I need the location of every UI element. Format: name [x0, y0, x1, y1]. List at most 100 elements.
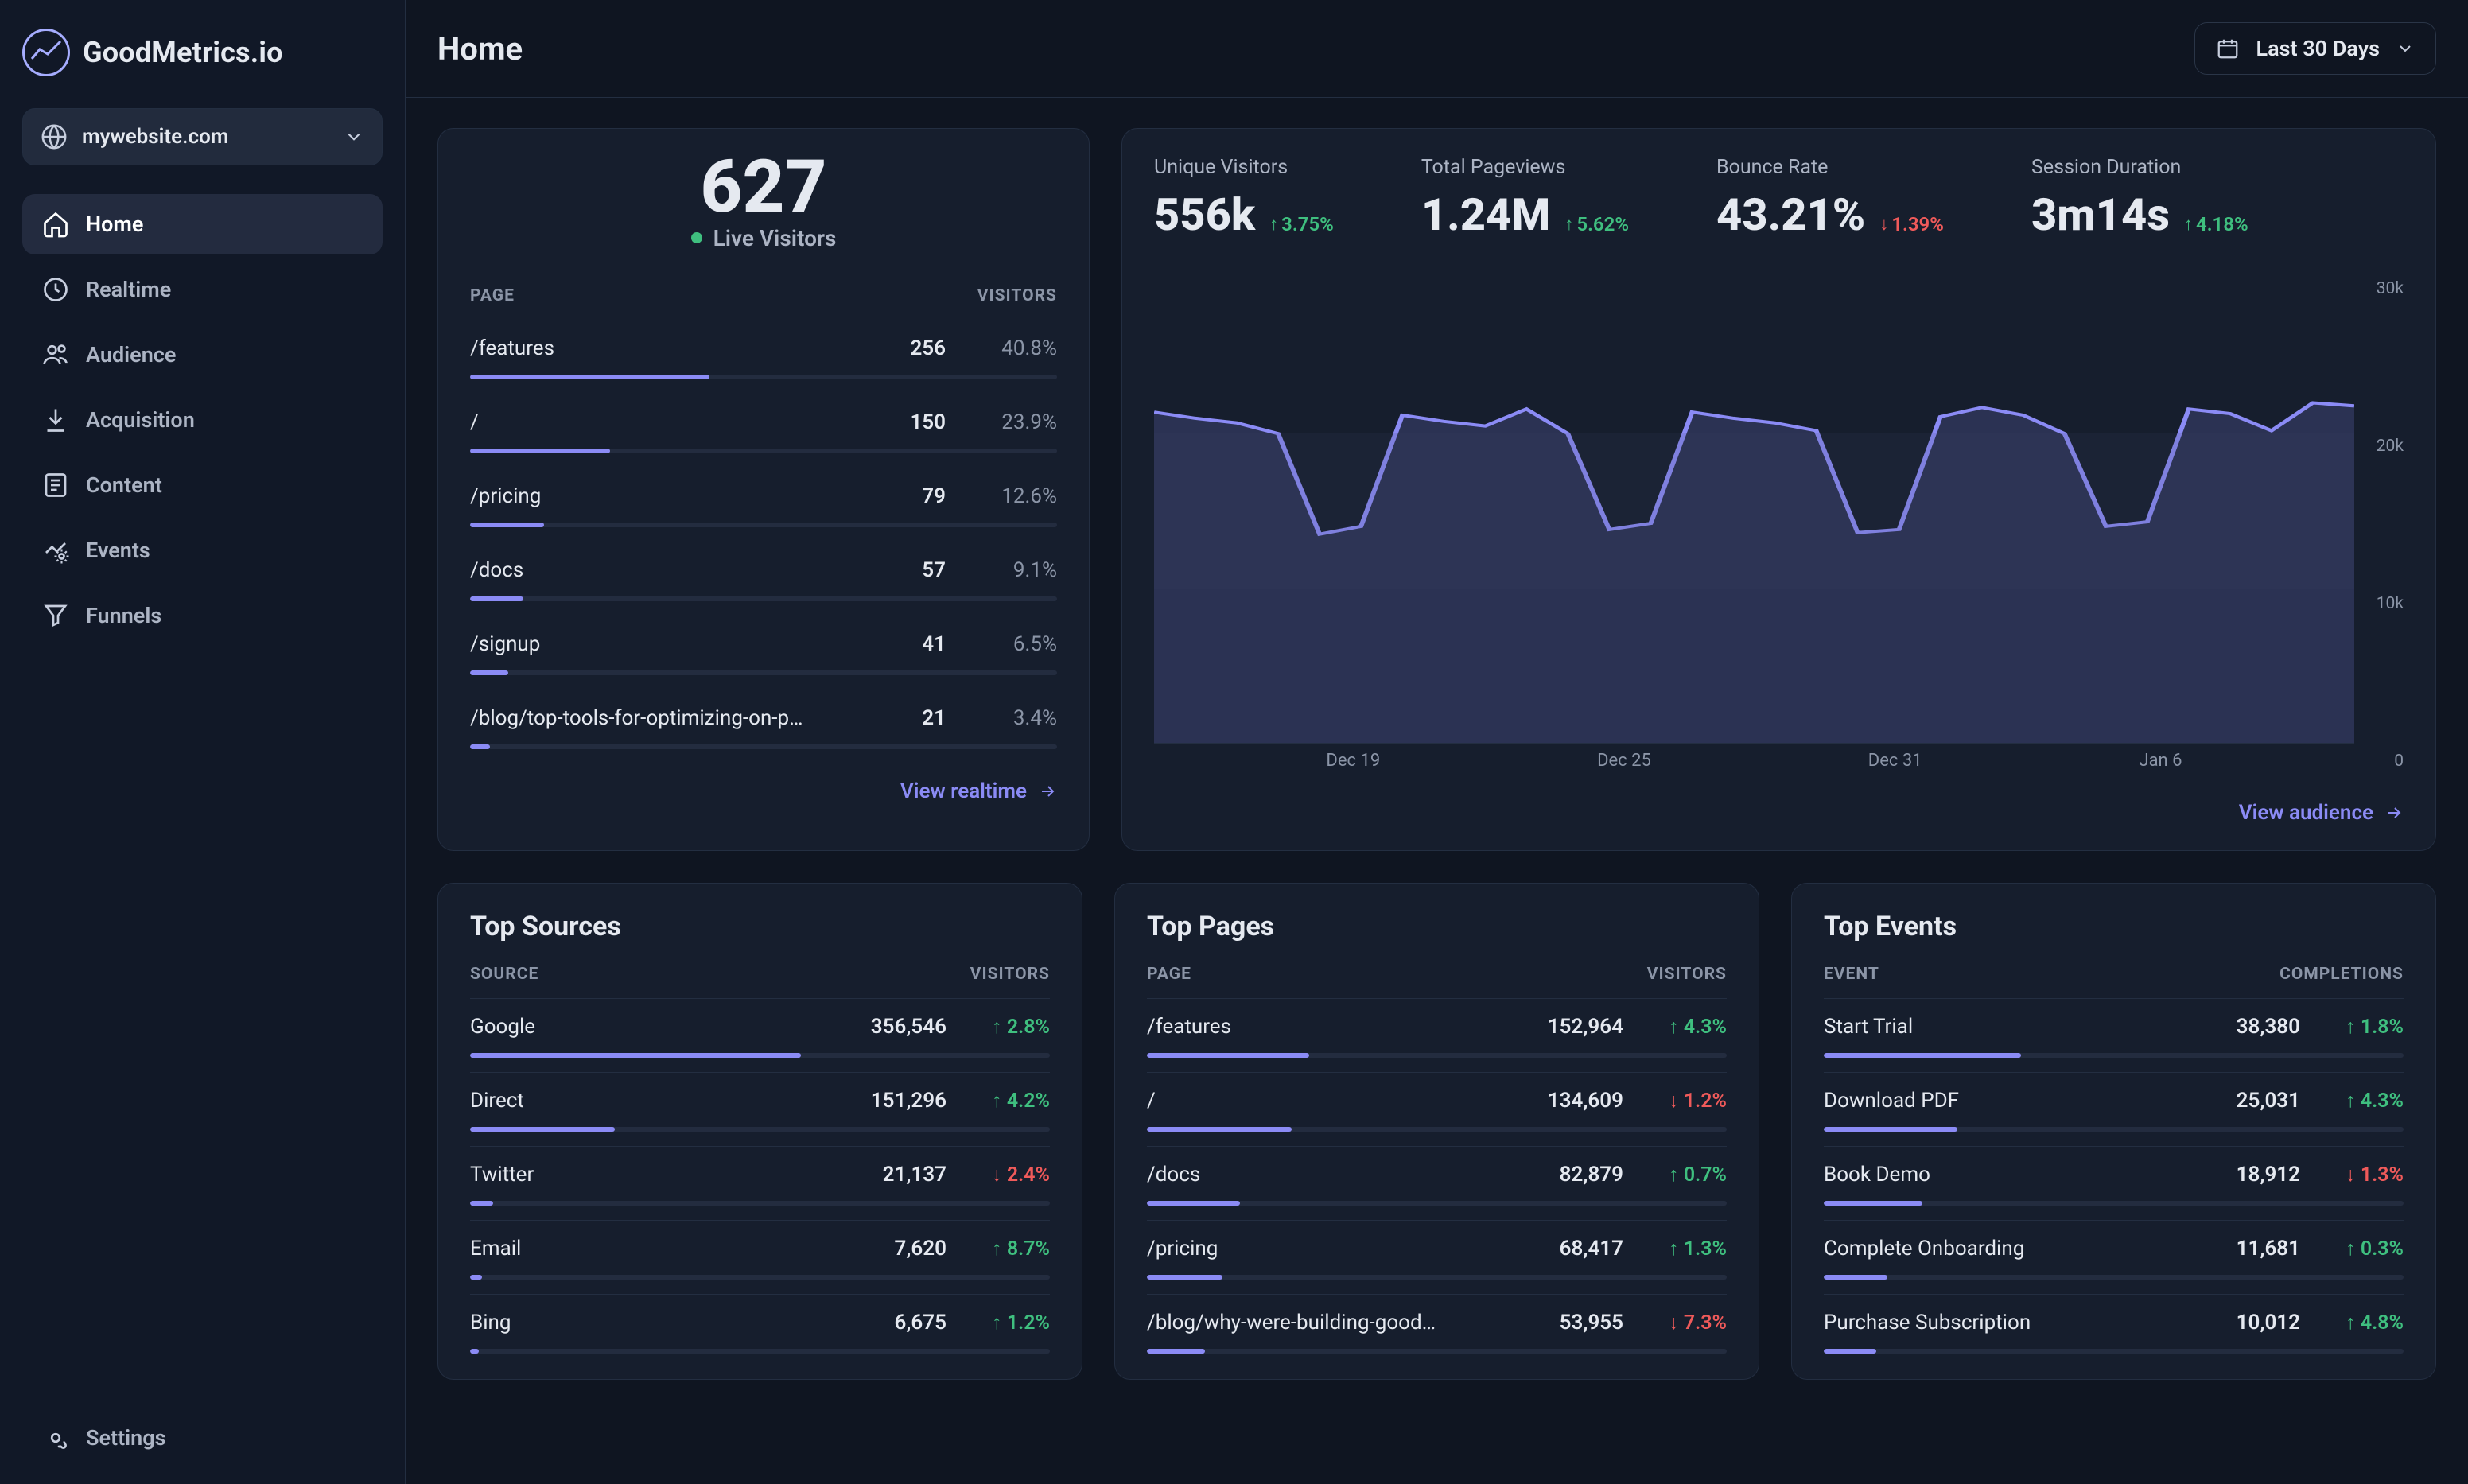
table-row[interactable]: Complete Onboarding11,6810.3%	[1824, 1220, 2404, 1280]
col-visitors: VISITORS	[1647, 965, 1727, 984]
events-icon	[41, 536, 70, 565]
gear-icon	[41, 1424, 70, 1452]
realtime-icon	[41, 275, 70, 304]
brand-logo-mark	[22, 29, 70, 76]
top-pages-card: Top Pages PAGE VISITORS /features152,964…	[1114, 883, 1759, 1380]
primary-nav: HomeRealtimeAudience Acquisition Content Ev…	[22, 194, 383, 646]
table-row[interactable]: Start Trial38,3801.8%	[1824, 998, 2404, 1058]
sidebar-item-label: Acquisition	[86, 407, 195, 433]
sidebar-item-events[interactable]: Events	[22, 520, 383, 581]
table-row[interactable]: /features152,9644.3%	[1147, 998, 1727, 1058]
date-range-picker[interactable]: Last 30 Days	[2194, 22, 2436, 75]
table-row[interactable]: Google356,5462.8%	[470, 998, 1050, 1058]
stat-total-pageviews[interactable]: Total Pageviews1.24M5.62%	[1421, 156, 1629, 241]
view-realtime-link[interactable]: View realtime	[900, 779, 1057, 803]
progress-bar	[470, 1053, 1050, 1058]
progress-bar	[1147, 1127, 1727, 1132]
row-delta: 4.3%	[2316, 1090, 2404, 1113]
table-row[interactable]: Direct151,2964.2%	[470, 1072, 1050, 1132]
live-row[interactable]: /features 256 40.8%	[470, 320, 1057, 379]
sidebar-item-acquisition[interactable]: Acquisition	[22, 390, 383, 450]
live-row-pct: 40.8%	[962, 336, 1057, 360]
x-tick: Dec 31	[1868, 751, 1922, 771]
sidebar-item-funnels[interactable]: Funnels	[22, 585, 383, 646]
live-row-value: 57	[863, 558, 946, 582]
live-row-path: /features	[470, 336, 847, 360]
progress-bar	[470, 1275, 1050, 1280]
live-row-value: 21	[863, 706, 946, 730]
chevron-down-icon	[2396, 39, 2415, 58]
x-tick: Jan 6	[2139, 751, 2182, 771]
row-value: 25,031	[2165, 1089, 2300, 1113]
stat-label: Session Duration	[2031, 156, 2248, 179]
table-row[interactable]: Twitter21,1372.4%	[470, 1146, 1050, 1206]
live-row[interactable]: /signup416.5%	[470, 616, 1057, 675]
progress-bar	[1824, 1053, 2404, 1058]
table-row[interactable]: /pricing68,4171.3%	[1147, 1220, 1727, 1280]
card-title: Top Pages	[1147, 911, 1727, 942]
row-delta: 4.2%	[962, 1090, 1050, 1113]
row-name: /features	[1147, 1015, 1472, 1039]
card-title: Top Events	[1824, 911, 2404, 942]
table-row[interactable]: /blog/why-were-building-good…53,9557.3%	[1147, 1294, 1727, 1354]
site-selector[interactable]: mywebsite.com	[22, 108, 383, 165]
overview-card: Unique Visitors556k3.75% Total Pageviews1…	[1121, 128, 2436, 851]
live-row-path: /pricing	[470, 484, 847, 508]
table-row[interactable]: Book Demo18,9121.3%	[1824, 1146, 2404, 1206]
table-row[interactable]: Purchase Subscription10,0124.8%	[1824, 1294, 2404, 1354]
brand-logo[interactable]: GoodMetrics.io	[22, 29, 383, 76]
progress-bar	[470, 1349, 1050, 1354]
row-value: 7,620	[811, 1237, 946, 1261]
live-row[interactable]: /15023.9%	[470, 394, 1057, 453]
row-delta: 7.3%	[1639, 1311, 1727, 1334]
table-row[interactable]: /docs82,8790.7%	[1147, 1146, 1727, 1206]
progress-bar	[470, 670, 1057, 675]
stat-value: 1.24M	[1421, 188, 1551, 241]
content-icon	[41, 471, 70, 499]
progress-bar	[470, 523, 1057, 527]
table-row[interactable]: Bing6,6751.2%	[470, 1294, 1050, 1354]
live-row-pct: 23.9%	[962, 410, 1057, 434]
brand-name: GoodMetrics.io	[83, 36, 283, 69]
sidebar-item-home[interactable]: Home	[22, 194, 383, 254]
table-row[interactable]: Email7,6208.7%	[470, 1220, 1050, 1280]
progress-bar	[470, 375, 1057, 379]
live-row-pct: 9.1%	[962, 558, 1057, 582]
date-range-label: Last 30 Days	[2256, 36, 2380, 61]
col-visitors: VISITORS	[970, 965, 1050, 984]
sidebar-item-audience[interactable]: Audience	[22, 324, 383, 385]
table-row[interactable]: Download PDF25,0314.3%	[1824, 1072, 2404, 1132]
progress-bar	[470, 1201, 1050, 1206]
stat-delta: 1.39%	[1879, 213, 1944, 235]
arrow-right-icon	[1038, 782, 1057, 801]
row-value: 18,912	[2165, 1163, 2300, 1187]
live-row-value: 79	[863, 484, 946, 508]
calendar-icon	[2216, 37, 2240, 60]
stat-delta: 4.18%	[2184, 213, 2248, 235]
live-row-path: /docs	[470, 558, 847, 582]
sidebar-item-realtime[interactable]: Realtime	[22, 259, 383, 320]
settings-link[interactable]: Settings	[41, 1414, 363, 1462]
live-row-value: 150	[863, 410, 946, 434]
funnels-icon	[41, 601, 70, 630]
acquisition-icon	[41, 406, 70, 434]
sidebar-item-label: Content	[86, 472, 162, 498]
live-row[interactable]: /blog/top-tools-for-optimizing-on-p…213.…	[470, 690, 1057, 749]
sidebar-item-label: Funnels	[86, 603, 161, 628]
row-value: 6,675	[811, 1311, 946, 1334]
table-row[interactable]: /134,6091.2%	[1147, 1072, 1727, 1132]
stat-unique-visitors[interactable]: Unique Visitors556k3.75%	[1154, 156, 1334, 241]
stat-session-duration[interactable]: Session Duration3m14s4.18%	[2031, 156, 2248, 241]
live-row-value: 256	[863, 336, 946, 360]
stat-bounce-rate[interactable]: Bounce Rate43.21%1.39%	[1716, 156, 1944, 241]
row-delta: 4.8%	[2316, 1311, 2404, 1334]
sidebar-item-content[interactable]: Content	[22, 455, 383, 515]
view-audience-link[interactable]: View audience	[2239, 801, 2404, 825]
live-visitors-card: 627 Live Visitors PAGE VISITORS /feature…	[437, 128, 1090, 851]
live-row-path: /blog/top-tools-for-optimizing-on-p…	[470, 706, 847, 730]
live-row[interactable]: /docs 57 9.1%	[470, 542, 1057, 601]
row-value: 21,137	[811, 1163, 946, 1187]
row-name: Complete Onboarding	[1824, 1237, 2149, 1261]
live-row[interactable]: /pricing7912.6%	[470, 468, 1057, 527]
live-row-pct: 6.5%	[962, 632, 1057, 656]
